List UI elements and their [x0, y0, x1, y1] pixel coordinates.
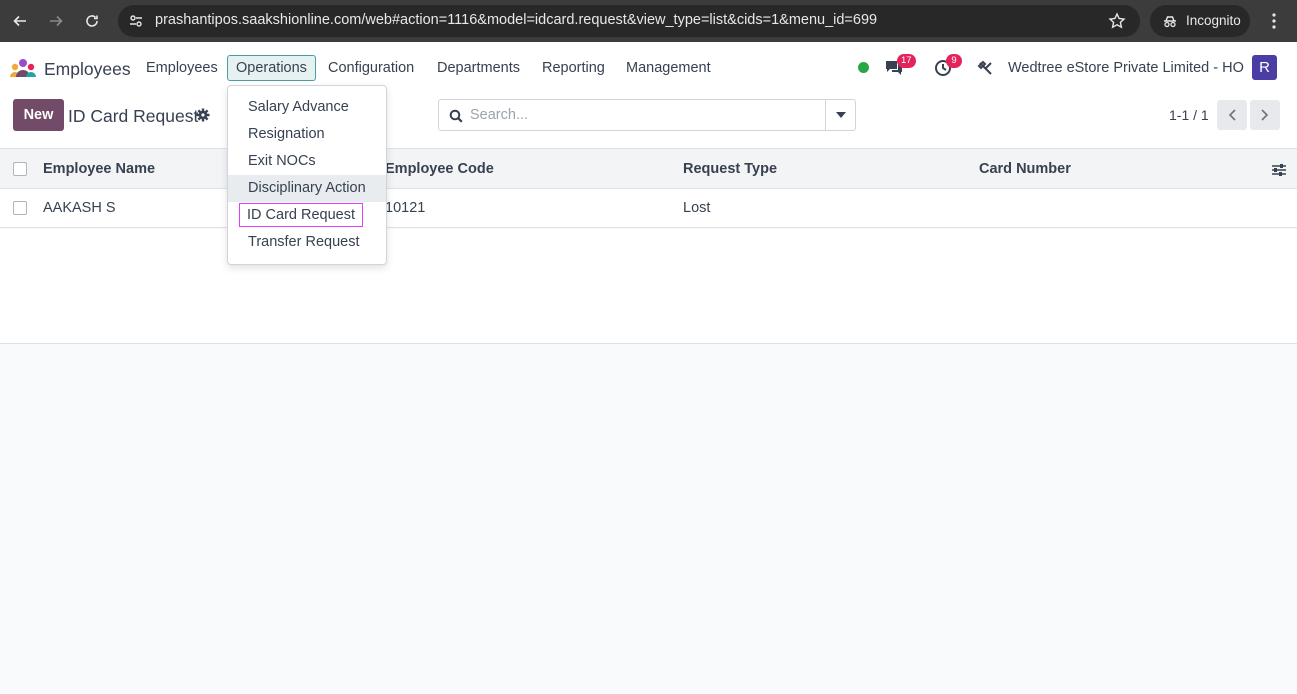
company-switcher[interactable]: Wedtree eStore Private Limited - HO [1008, 60, 1244, 76]
browser-menu-icon[interactable] [1264, 11, 1284, 31]
menu-employees[interactable]: Employees [137, 55, 227, 81]
app-name[interactable]: Employees [44, 59, 131, 80]
pager-previous-button[interactable] [1217, 100, 1247, 130]
pager-next-button[interactable] [1250, 100, 1280, 130]
forward-icon[interactable] [44, 9, 68, 33]
search-input[interactable] [470, 104, 820, 126]
row-checkbox[interactable] [13, 201, 27, 215]
menu-departments[interactable]: Departments [428, 55, 529, 81]
menu-item-label: Exit NOCs [248, 153, 316, 169]
column-request-type[interactable]: Request Type [683, 161, 777, 177]
messages-button[interactable]: 17 [884, 54, 916, 79]
menu-item-label: Resignation [248, 126, 325, 142]
menu-item-label: Disciplinary Action [248, 180, 366, 196]
address-bar[interactable]: prashantipos.saakshionline.com/web#actio… [118, 5, 1140, 37]
page-title: ID Card Request [68, 106, 199, 126]
gear-icon[interactable] [196, 108, 210, 122]
menu-reporting[interactable]: Reporting [533, 55, 614, 81]
bookmark-star-icon[interactable] [1108, 12, 1126, 30]
menu-operations[interactable]: Operations [227, 55, 316, 81]
menu-item-salary-advance[interactable]: Salary Advance [228, 94, 386, 121]
menu-item-exit-nocs[interactable]: Exit NOCs [228, 148, 386, 175]
employees-app-icon[interactable] [9, 57, 37, 79]
table-header: Employee Name Employee Code Request Type… [0, 148, 1297, 189]
activities-count-badge: 9 [946, 54, 962, 68]
reload-icon[interactable] [80, 9, 104, 33]
empty-row [0, 229, 1297, 268]
menu-item-id-card-request[interactable]: ID Card Request [228, 202, 386, 229]
search-icon [449, 109, 463, 123]
back-icon[interactable] [8, 9, 32, 33]
empty-row [0, 267, 1297, 306]
main-navbar: Employees Employees Operations Configura… [0, 42, 1297, 94]
table-row[interactable]: AAKASH S 10121 Lost [0, 189, 1297, 228]
user-avatar[interactable]: R [1252, 55, 1277, 80]
optional-columns-icon[interactable] [1271, 162, 1287, 178]
chevron-left-icon [1228, 109, 1236, 121]
menu-item-disciplinary-action[interactable]: Disciplinary Action [228, 175, 386, 202]
messages-count-badge: 17 [897, 54, 916, 68]
menu-configuration[interactable]: Configuration [319, 55, 423, 81]
activities-button[interactable]: 9 [934, 54, 962, 79]
debug-tools-icon[interactable] [977, 60, 994, 77]
caret-down-icon [835, 112, 846, 118]
search-bar [438, 99, 856, 131]
new-button[interactable]: New [13, 99, 64, 131]
incognito-label: Incognito [1186, 13, 1241, 28]
column-employee-name[interactable]: Employee Name [43, 161, 155, 177]
menu-item-label: Salary Advance [248, 99, 349, 115]
select-all-checkbox[interactable] [13, 162, 27, 176]
column-employee-code[interactable]: Employee Code [385, 161, 494, 177]
menu-item-transfer-request[interactable]: Transfer Request [228, 229, 386, 256]
menu-item-label: Transfer Request [248, 234, 360, 250]
cell-employee-name[interactable]: AAKASH S [43, 200, 116, 216]
menu-item-label: ID Card Request [239, 203, 363, 227]
menu-management[interactable]: Management [617, 55, 720, 81]
cell-employee-code[interactable]: 10121 [385, 200, 425, 216]
incognito-indicator[interactable]: Incognito [1150, 5, 1250, 37]
site-settings-icon[interactable] [128, 13, 144, 29]
browser-toolbar: prashantipos.saakshionline.com/web#actio… [0, 0, 1297, 42]
chevron-right-icon [1261, 109, 1269, 121]
empty-row [0, 305, 1297, 344]
search-options-toggle[interactable] [825, 100, 855, 130]
incognito-icon [1164, 16, 1176, 28]
online-status-dot [858, 62, 869, 73]
menu-item-resignation[interactable]: Resignation [228, 121, 386, 148]
url-text[interactable]: prashantipos.saakshionline.com/web#actio… [155, 12, 877, 28]
cell-request-type[interactable]: Lost [683, 200, 710, 216]
pager-value[interactable]: 1-1 / 1 [1169, 107, 1209, 123]
column-card-number[interactable]: Card Number [979, 161, 1071, 177]
operations-dropdown-menu: Salary Advance Resignation Exit NOCs Dis… [227, 85, 387, 265]
control-panel: New ID Card Request 1-1 / 1 [0, 94, 1297, 148]
